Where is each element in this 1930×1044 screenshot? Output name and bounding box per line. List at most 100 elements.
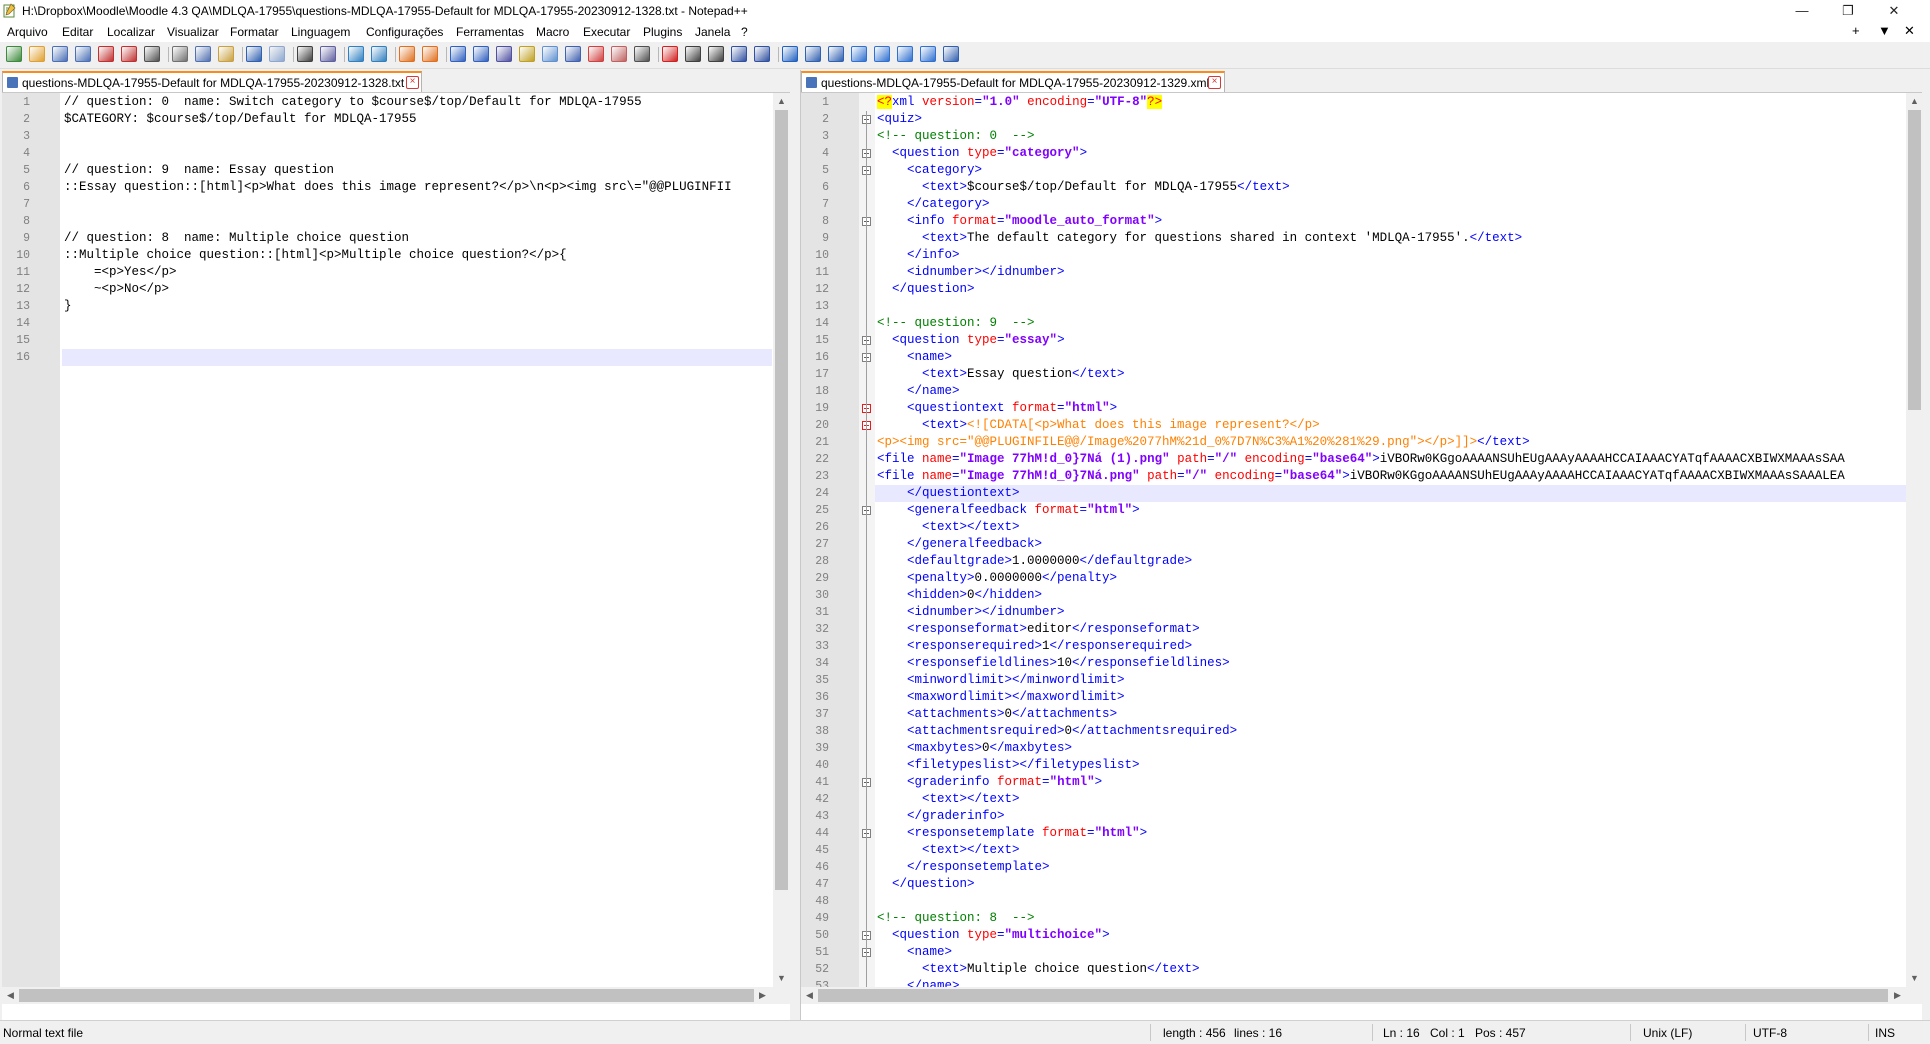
menu-configuracoes[interactable]: Configurações	[366, 25, 443, 39]
paste-icon[interactable]	[218, 46, 234, 62]
scroll-left-icon[interactable]: ◀	[801, 987, 818, 1004]
menu-plugins[interactable]: Plugins	[643, 25, 682, 39]
menu-localizar[interactable]: Localizar	[107, 25, 155, 39]
horizontal-scrollbar[interactable]: ◀ ▶	[801, 987, 1906, 1004]
code-line: <penalty>0.0000000</penalty>	[877, 570, 1117, 587]
scroll-right-icon[interactable]: ▶	[1889, 987, 1906, 1004]
new-tab-button[interactable]: +	[1852, 23, 1860, 38]
run-macro-multiple-icon[interactable]	[731, 46, 747, 62]
stop-macro-icon[interactable]	[685, 46, 701, 62]
undo-icon[interactable]	[246, 46, 262, 62]
new-file-icon[interactable]	[6, 46, 22, 62]
tab-left-file[interactable]: questions-MDLQA-17955-Default for MDLQA-…	[2, 71, 422, 92]
scroll-right-icon[interactable]: ▶	[754, 987, 771, 1004]
code-token: </question>	[877, 282, 975, 296]
close-all-icon[interactable]	[121, 46, 137, 62]
tab-right-file[interactable]: questions-MDLQA-17955-Default for MDLQA-…	[801, 71, 1225, 92]
right-editor[interactable]: 1 2 3 4 5 6 7 8 9 10 11 12 13 14 15 16 17 18 19 20 21 22 23 24 2…	[801, 93, 1923, 1004]
code-token: =	[1087, 826, 1095, 840]
menu-executar[interactable]: Executar	[583, 25, 630, 39]
menu-arquivo[interactable]: Arquivo	[7, 25, 48, 39]
udl-icon[interactable]	[519, 46, 535, 62]
scroll-down-icon[interactable]: ▼	[1906, 970, 1923, 987]
code-area[interactable]: <?xml version="1.0" encoding="UTF-8"?> <q…	[875, 93, 1906, 1004]
scroll-down-icon[interactable]: ▼	[773, 970, 790, 987]
code-token: </penalty>	[1042, 571, 1118, 585]
play-macro-icon[interactable]	[708, 46, 724, 62]
view-splitter[interactable]	[790, 70, 800, 1020]
open-file-icon[interactable]	[29, 46, 45, 62]
close-doc-button[interactable]: ✕	[1904, 23, 1915, 39]
menu-visualizar[interactable]: Visualizar	[167, 25, 219, 39]
close-icon[interactable]	[98, 46, 114, 62]
diff-bar-icon[interactable]	[943, 46, 959, 62]
vertical-scrollbar[interactable]: ▲ ▼	[773, 93, 790, 1004]
code-line: <generalfeedback format="html">	[877, 502, 1140, 519]
code-line: <responseformat>editor</responseformat>	[877, 621, 1200, 638]
horizontal-scrollbar[interactable]: ◀ ▶	[2, 987, 773, 1004]
fold-margin[interactable]	[859, 93, 875, 1004]
code-token: </responseformat>	[1072, 622, 1200, 636]
word-wrap-icon[interactable]	[450, 46, 466, 62]
code-area[interactable]: // question: 0 name: Switch category to …	[62, 93, 772, 1004]
save-icon[interactable]	[52, 46, 68, 62]
copy-icon[interactable]	[195, 46, 211, 62]
code-token: format	[1034, 503, 1080, 517]
restore-button[interactable]: ❐	[1825, 0, 1871, 22]
scrollbar-thumb[interactable]	[818, 989, 1888, 1002]
tab-close-icon[interactable]: ×	[1208, 76, 1221, 89]
compare-icon[interactable]	[782, 46, 798, 62]
folder-workspace-icon[interactable]	[588, 46, 604, 62]
scroll-up-icon[interactable]: ▲	[773, 93, 790, 110]
find-icon[interactable]	[297, 46, 313, 62]
print-icon[interactable]	[144, 46, 160, 62]
doc-map-icon[interactable]	[542, 46, 558, 62]
menu-macro[interactable]: Macro	[536, 25, 569, 39]
navigation-icon[interactable]	[828, 46, 844, 62]
last-diff-icon[interactable]	[920, 46, 936, 62]
scrollbar-thumb[interactable]	[19, 989, 754, 1002]
function-list-icon[interactable]	[565, 46, 581, 62]
menu-linguagem[interactable]: Linguagem	[291, 25, 350, 39]
indent-guide-icon[interactable]	[496, 46, 512, 62]
scroll-up-icon[interactable]: ▲	[1906, 93, 1923, 110]
cut-icon[interactable]	[172, 46, 188, 62]
tab-list-button[interactable]: ▼	[1878, 23, 1891, 38]
show-all-chars-icon[interactable]	[473, 46, 489, 62]
code-token: =	[997, 214, 1005, 228]
code-line: <text>$course$/top/Default for MDLQA-179…	[877, 179, 1290, 196]
prev-diff-icon[interactable]	[874, 46, 890, 62]
save-macro-icon[interactable]	[754, 46, 770, 62]
menu-janela[interactable]: Janela	[695, 25, 730, 39]
scrollbar-thumb[interactable]	[775, 110, 788, 890]
code-token: </question>	[877, 877, 975, 891]
menu-formatar[interactable]: Formatar	[230, 25, 279, 39]
zoom-out-icon[interactable]	[371, 46, 387, 62]
next-diff-icon[interactable]	[897, 46, 913, 62]
status-pos: Pos : 457	[1475, 1026, 1526, 1040]
compare-clear-icon[interactable]	[805, 46, 821, 62]
replace-icon[interactable]	[320, 46, 336, 62]
tab-close-icon[interactable]: ×	[406, 76, 419, 89]
zoom-in-icon[interactable]	[348, 46, 364, 62]
left-editor[interactable]: 1 2 3 4 5 6 7 8 9 10 11 12 13 14 15 16 // question: 0 n…	[2, 93, 790, 1004]
minimize-button[interactable]: —	[1779, 0, 1825, 22]
first-diff-icon[interactable]	[851, 46, 867, 62]
menu-ferramentas[interactable]: Ferramentas	[456, 25, 524, 39]
save-all-icon[interactable]	[75, 46, 91, 62]
vertical-scrollbar[interactable]: ▲ ▼	[1906, 93, 1923, 1004]
scroll-left-icon[interactable]: ◀	[2, 987, 19, 1004]
redo-icon[interactable]	[269, 46, 285, 62]
menu-editar[interactable]: Editar	[62, 25, 93, 39]
code-line: <category>	[877, 162, 982, 179]
code-token: <file	[877, 452, 923, 466]
doc-switcher-icon[interactable]	[611, 46, 627, 62]
sync-horizontal-icon[interactable]	[422, 46, 438, 62]
monitoring-icon[interactable]	[634, 46, 650, 62]
record-macro-icon[interactable]	[662, 46, 678, 62]
code-line: <!-- question: 8 -->	[877, 910, 1035, 927]
menu-help[interactable]: ?	[741, 25, 748, 39]
scrollbar-thumb[interactable]	[1908, 110, 1921, 410]
sync-vertical-icon[interactable]	[399, 46, 415, 62]
close-window-button[interactable]: ✕	[1871, 0, 1917, 22]
